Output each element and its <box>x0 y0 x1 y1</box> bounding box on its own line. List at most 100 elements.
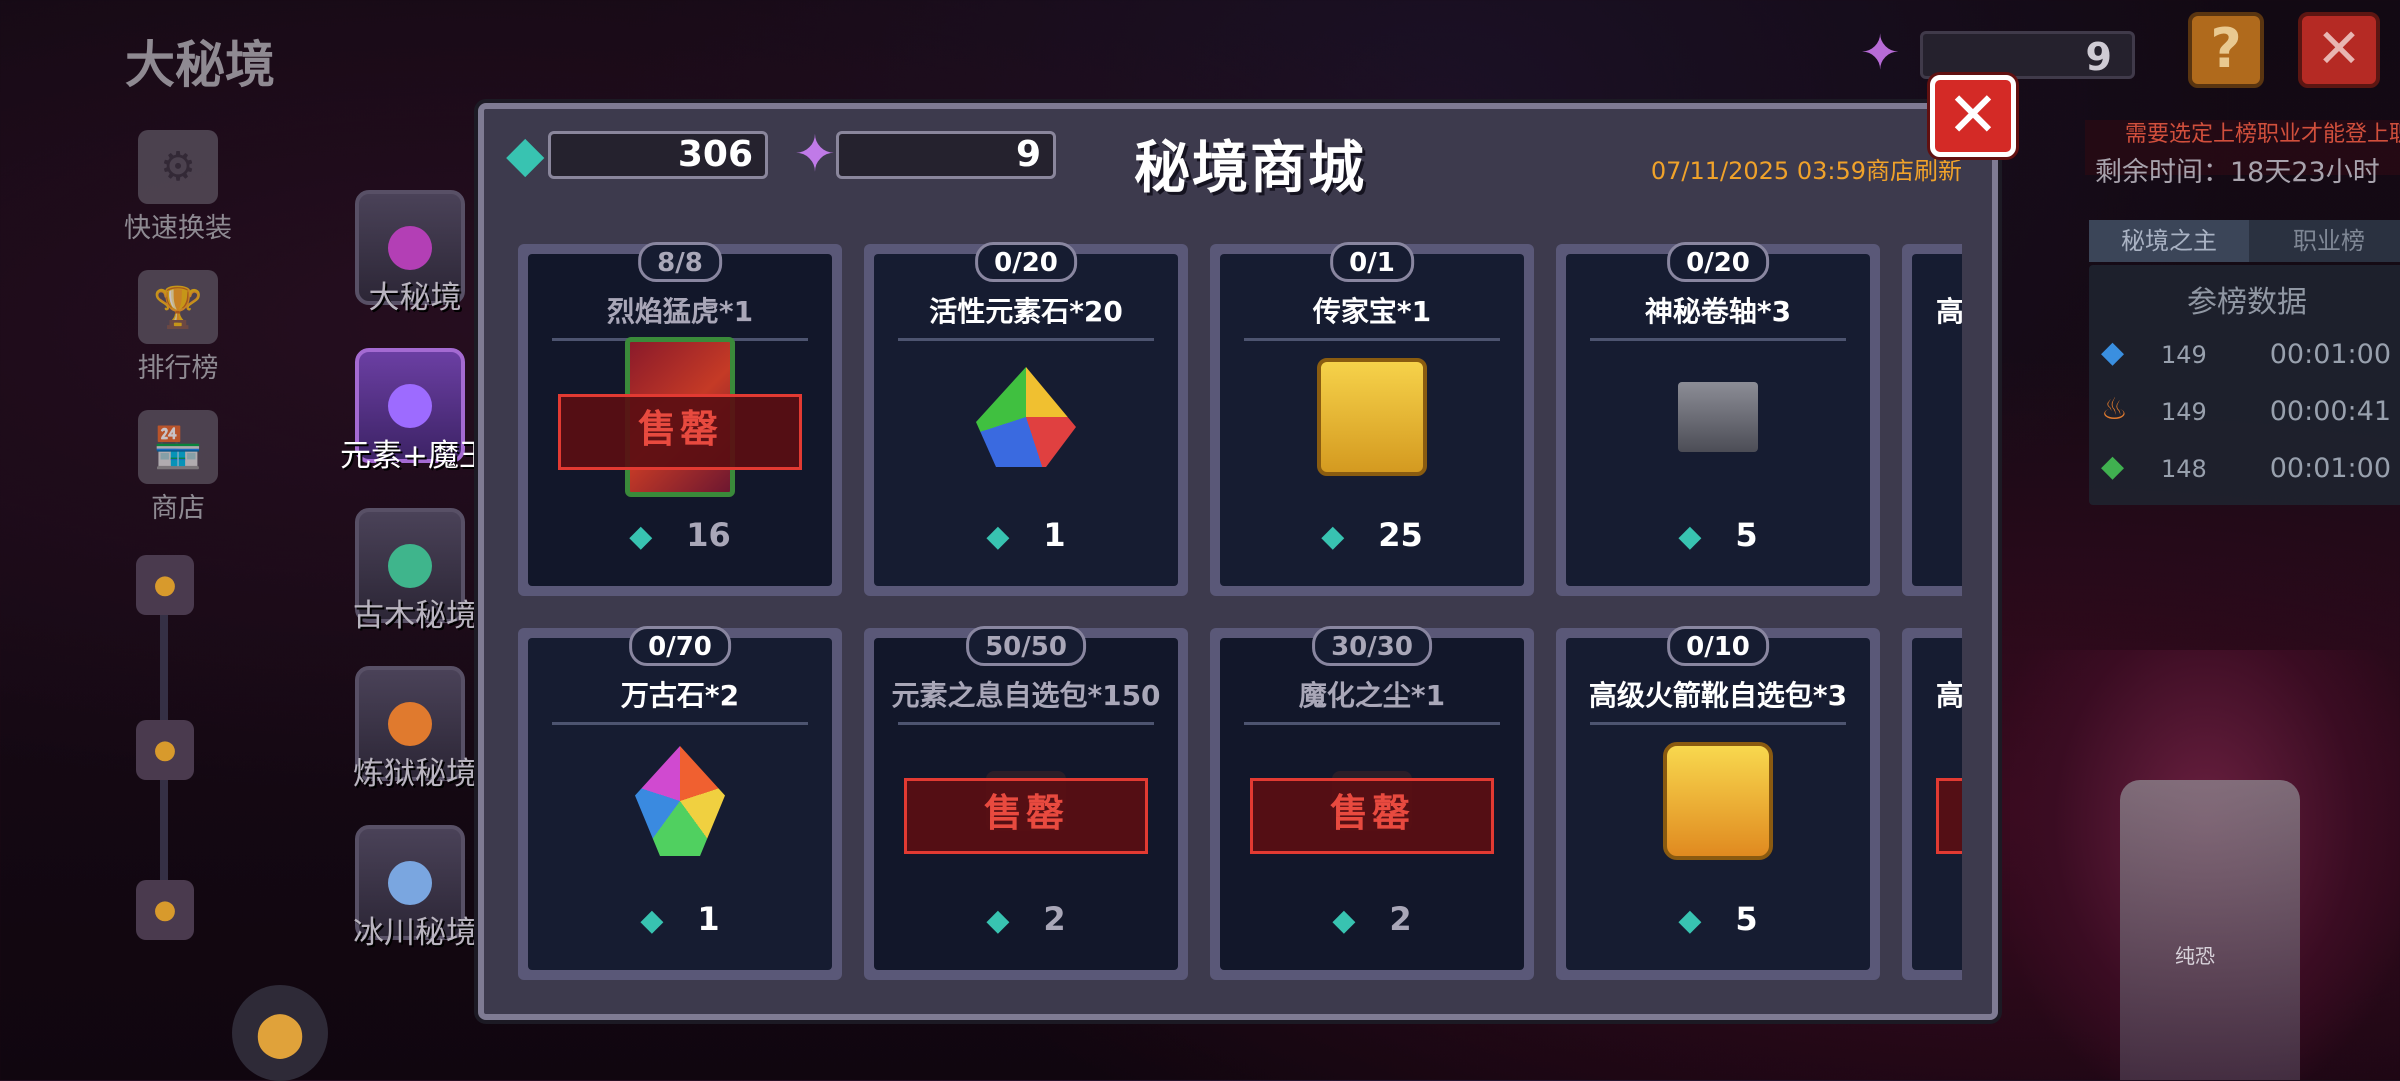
tower-label: 炼狱秘境 <box>353 756 477 792</box>
blue-crystal-icon: ◆ <box>2101 335 2125 370</box>
rainbow-gem-icon: ◆ <box>1332 903 1356 938</box>
swap-gear-icon: ⚙ <box>138 130 218 204</box>
shop-item-card[interactable]: 50/50 元素之息自选包*150 售罄 ◆ 2 <box>864 626 1188 980</box>
close-shop-button[interactable]: ✕ <box>1930 75 2016 157</box>
price-value: 1 <box>1043 516 1066 554</box>
price-value: 2 <box>1043 900 1066 938</box>
rainbow-gem-icon: ◆ <box>986 519 1010 554</box>
stock-badge: 0/70 <box>629 626 731 666</box>
purple-currency: ✦ 9 <box>794 124 1056 186</box>
shop-label: 商店 <box>151 493 205 524</box>
tower-label: 元素+魔王 <box>340 438 490 474</box>
shop-item-card[interactable]: 0/20 神秘卷轴*3 ◆ 5 <box>1556 242 1880 596</box>
shop-item-card[interactable]: 0/70 万古石*2 ◆ 1 <box>518 626 842 980</box>
item-name: 元素之息自选包*150 <box>891 679 1161 712</box>
shop-item-card-partial[interactable]: 高 <box>1902 628 1962 980</box>
heirloom-chest-icon <box>1317 358 1427 476</box>
rainbow-gem-icon: ◆ <box>640 903 664 938</box>
sold-out-label: 售罄 <box>904 778 1148 854</box>
divider <box>1590 722 1846 725</box>
tab-dungeon-master[interactable]: 秘境之主 <box>2089 220 2249 262</box>
item-name: 万古石*2 <box>620 679 740 712</box>
item-name: 传家宝*1 <box>1312 295 1432 328</box>
rainbow-gem-icon: ◆ <box>506 125 545 183</box>
mystery-scroll-icon <box>1663 362 1773 472</box>
price-value: 25 <box>1378 516 1423 554</box>
path-node: ● <box>136 880 194 940</box>
purple-crystal-icon: ✦ <box>794 125 836 183</box>
stock-badge: 0/10 <box>1667 626 1769 666</box>
rainbow-gem-icon: ◆ <box>1321 519 1345 554</box>
price-value: 1 <box>697 900 720 938</box>
stock-badge: 50/50 <box>966 626 1086 666</box>
tower-purgatory[interactable]: 炼狱秘境 <box>353 666 477 792</box>
tower-ancient-wood[interactable]: 古木秘境 <box>353 508 477 634</box>
stock-badge: 0/20 <box>975 242 1077 282</box>
shop-button[interactable]: 🏪 商店 <box>118 410 238 525</box>
ranking-row: ♨ 149 00:00:41 <box>2089 384 2400 441</box>
purple-crystal-icon: ✦ <box>1860 25 1901 81</box>
tower-glacier[interactable]: 冰川秘境 <box>353 825 477 951</box>
stock-badge: 0/1 <box>1330 242 1414 282</box>
boss-label: 纯恐 <box>2175 944 2215 968</box>
rocket-boots-pack-icon <box>1663 742 1773 860</box>
shop-grid: 8/8 烈焰猛虎*1 售罄 ◆ 16 0/20 活性元素石*20 ◆ 1 0/1 传… <box>518 226 1962 981</box>
item-name: 烈焰猛虎*1 <box>606 295 754 328</box>
stock-badge: 0/20 <box>1667 242 1769 282</box>
top-currency-value: 9 <box>1920 31 2135 79</box>
sold-out-label: 售罄 <box>558 394 802 470</box>
gem-currency: ◆ 306 <box>506 124 768 186</box>
help-button[interactable]: ? <box>2188 12 2264 88</box>
remaining-time: 剩余时间：18天23小时 <box>2095 157 2380 188</box>
path-node: ● <box>136 555 194 615</box>
rainbow-gem-icon: ◆ <box>629 519 653 554</box>
path-node: ● <box>136 720 194 780</box>
gem-currency-value: 306 <box>548 131 768 179</box>
stock-badge: 8/8 <box>638 242 722 282</box>
divider <box>552 722 808 725</box>
shop-item-card[interactable]: 0/1 传家宝*1 ◆ 25 <box>1210 242 1534 596</box>
ranking-time: 00:00:41 <box>2269 396 2391 427</box>
leaderboard-button[interactable]: 🏆 排行榜 <box>118 270 238 385</box>
shop-item-card[interactable]: 8/8 烈焰猛虎*1 售罄 ◆ 16 <box>518 242 842 596</box>
ancient-stone-icon <box>625 746 735 856</box>
leaderboard-label: 排行榜 <box>137 353 219 384</box>
stock-badge: 30/30 <box>1312 626 1432 666</box>
green-crystal-icon: ◆ <box>2101 449 2125 484</box>
item-price: ◆ 1 <box>528 900 832 938</box>
divider <box>898 722 1154 725</box>
shop-item-card[interactable]: 0/10 高级火箭靴自选包*3 ◆ 5 <box>1556 626 1880 980</box>
sold-out-label: 售罄 <box>1250 778 1494 854</box>
ranking-time: 00:01:00 <box>2269 339 2391 370</box>
item-name: 魔化之尘*1 <box>1298 679 1446 712</box>
item-price: ◆ 16 <box>528 516 832 554</box>
tower-label: 古木秘境 <box>353 598 477 634</box>
sold-out-label <box>1936 778 1962 854</box>
divider <box>1590 338 1846 341</box>
item-name: 高级 <box>1936 295 1962 328</box>
shop-item-card[interactable]: 30/30 魔化之尘*1 售罄 ◆ 2 <box>1210 626 1534 980</box>
ranking-num: 149 <box>2161 341 2207 369</box>
divider <box>898 338 1154 341</box>
tower-main-dungeon[interactable]: 大秘境 <box>355 190 470 316</box>
tower-element-demon[interactable]: 元素+魔王 <box>340 348 490 474</box>
tab-class-ranking[interactable]: 职业榜 <box>2249 220 2400 262</box>
item-name: 高级火箭靴自选包*3 <box>1588 679 1848 712</box>
location-pin-icon[interactable]: ⬤ <box>232 985 328 1081</box>
shop-item-card[interactable]: 0/20 活性元素石*20 ◆ 1 <box>864 242 1188 596</box>
flame-icon: ♨ <box>2101 392 2128 427</box>
element-stone-icon <box>971 362 1081 472</box>
ranking-num: 148 <box>2161 455 2207 483</box>
divider <box>1244 722 1500 725</box>
background-close-button[interactable]: ✕ <box>2298 12 2380 88</box>
ranking-table-title: 参榜数据 <box>2187 285 2307 320</box>
tower-label: 大秘境 <box>368 280 462 316</box>
boss-character: 纯恐 <box>2010 650 2400 1080</box>
item-price: ◆ 2 <box>874 900 1178 938</box>
ranking-table: 参榜数据 ◆ 149 00:01:00 ♨ 149 00:00:41 ◆ 148… <box>2089 265 2400 505</box>
shop-item-card-partial[interactable]: 高级 <box>1902 244 1962 596</box>
price-value: 16 <box>686 516 731 554</box>
ranking-tabs: 秘境之主 职业榜 <box>2089 220 2400 262</box>
quick-swap-button[interactable]: ⚙ 快速换装 <box>118 130 238 245</box>
rainbow-gem-icon: ◆ <box>986 903 1010 938</box>
